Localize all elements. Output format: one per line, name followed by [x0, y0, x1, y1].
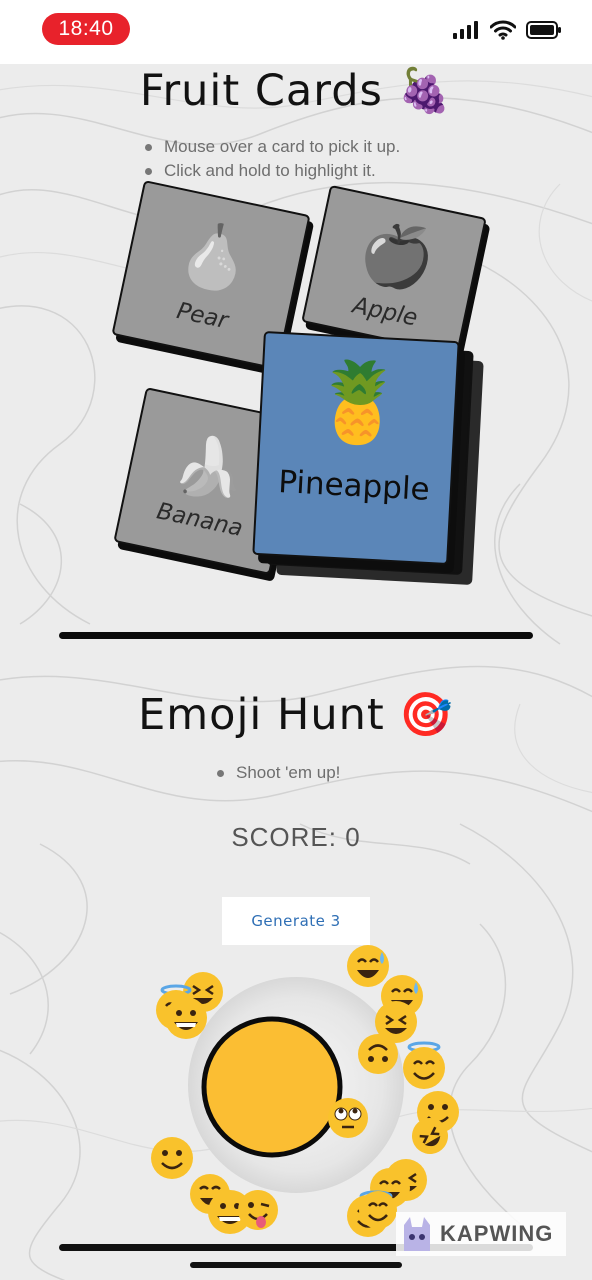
emoji-rolling-eyes[interactable] [328, 1098, 368, 1138]
emoji-upside-down[interactable] [358, 1034, 398, 1074]
emoji-halo-smile[interactable] [403, 1041, 445, 1089]
watermark-text: KAPWING [440, 1221, 554, 1246]
generate-button[interactable]: Generate 3 [222, 897, 370, 945]
pineapple-icon: 🍍 [307, 355, 410, 451]
status-time: 18:40 [42, 13, 130, 45]
instruction-item: Shoot 'em up! [214, 761, 340, 785]
fruit-cards-instructions: Mouse over a card to pick it up. Click a… [142, 135, 400, 183]
emoji-hunt-title: Emoji Hunt 🎯 [138, 690, 454, 740]
instruction-item: Mouse over a card to pick it up. [142, 135, 400, 159]
emoji-hunt-instructions: Shoot 'em up! [214, 761, 340, 785]
section-divider [59, 632, 533, 639]
kapwing-watermark: KAPWING [396, 1212, 566, 1256]
kapwing-logo-icon [404, 1217, 430, 1251]
card-pineapple[interactable]: 🍍 Pineapple [252, 331, 460, 565]
emoji-sweat-smile[interactable] [347, 945, 389, 987]
battery-icon [526, 21, 561, 39]
instruction-item: Click and hold to highlight it. [142, 159, 400, 183]
fruit-cards-title: Fruit Cards 🍇 [139, 66, 453, 116]
emoji-smile[interactable] [151, 1137, 193, 1179]
score-display: SCORE: 0 [231, 822, 361, 852]
emoji-halo-smile[interactable] [359, 1191, 397, 1229]
emoji-grin[interactable] [165, 997, 207, 1039]
emoji-arena[interactable] [0, 940, 592, 1240]
card-label: Pineapple [277, 464, 431, 508]
status-icons [452, 20, 562, 40]
target-circle[interactable] [201, 1016, 343, 1158]
home-indicator[interactable] [190, 1262, 402, 1268]
wifi-icon [490, 20, 516, 40]
emoji-tongue-wink[interactable] [238, 1190, 278, 1230]
cellular-signal-icon [453, 21, 478, 39]
status-bar: 18:40 [0, 0, 592, 64]
